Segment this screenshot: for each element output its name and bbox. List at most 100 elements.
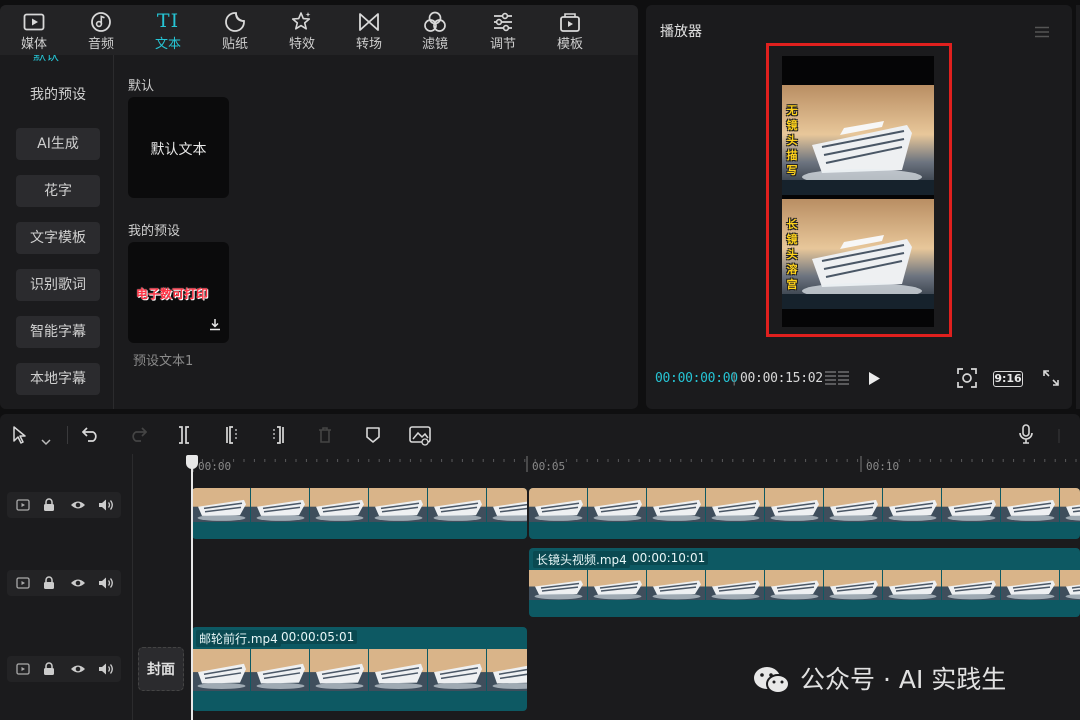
sidebar-item-recognize-lyrics[interactable]: 识别歌词 [16,269,100,301]
text-icon: TI [156,10,180,32]
trim-left-icon[interactable] [224,426,240,448]
speaker-icon[interactable] [98,497,114,516]
tab-effects[interactable]: 特效 [276,9,328,53]
wechat-icon [752,665,792,701]
player-panel: 播放器 无镜头描写 长 镜 头 溶 宫 00:00:00:00 | 00:00:… [646,5,1072,409]
tab-adjust[interactable]: 调节 [477,9,529,53]
delete-icon[interactable] [318,426,332,448]
clip-name: 长镜头视频.mp4 [533,551,630,568]
waveform-grid-icon[interactable] [824,369,850,391]
eye-icon[interactable] [70,575,86,594]
preset-text-art: 电子数可打印 [136,287,209,301]
right-panel-edge [1076,5,1080,409]
track-controls-3 [7,656,121,682]
speaker-icon[interactable] [98,661,114,680]
sidebar-item-fancy-text[interactable]: 花字 [16,175,100,207]
clip-thumbnails [192,488,527,522]
clip-duration: 00:00:05:01 [278,630,358,644]
ruler-ticks [192,456,1077,472]
marker-icon[interactable] [366,426,380,448]
watermark-text: 公众号 · AI 实践生 [800,665,1007,694]
ruler-label-5: 00:05 [532,460,566,473]
adjust-icon [477,9,529,33]
microphone-icon[interactable] [1018,424,1034,448]
preset-text-card[interactable]: 电子数可打印 [128,242,229,343]
clip-thumbnails [192,649,527,691]
current-time: 00:00:00:00 [655,371,738,386]
highlight-frame [766,43,952,337]
track-controls-2 [7,570,121,596]
clip-thumbnails [529,570,1080,600]
eye-icon[interactable] [70,661,86,680]
player-title: 播放器 [660,24,702,40]
split-icon[interactable] [176,426,192,448]
eye-icon[interactable] [70,497,86,516]
fullscreen-icon[interactable] [1043,370,1059,390]
lock-icon[interactable] [43,575,55,594]
tab-template[interactable]: 模板 [544,9,596,53]
default-text-card[interactable]: 默认文本 [128,97,229,198]
ruler-label-10: 00:10 [866,460,900,473]
timeline-clip-main-2[interactable] [529,488,1080,539]
track-video-icon[interactable] [16,497,30,516]
effects-icon [276,9,328,33]
play-icon[interactable] [868,371,881,390]
time-ruler[interactable]: 00:00 00:05 00:10 [192,454,1080,476]
total-time: 00:00:15:02 [740,371,823,386]
lock-icon[interactable] [43,661,55,680]
sidebar-item-smart-captions[interactable]: 智能字幕 [16,316,100,348]
sidebar-item-default[interactable]: 默认 [33,55,59,63]
tab-audio[interactable]: 音频 [75,9,127,53]
tab-sticker[interactable]: 贴纸 [209,9,261,53]
time-separator: | [732,371,737,386]
clip-duration: 00:00:10:01 [629,551,709,565]
speaker-icon[interactable] [98,575,114,594]
timeline-clip-long-shot[interactable]: 长镜头视频.mp4 00:00:10:01 [529,548,1080,617]
tab-text[interactable]: TI 文本 [142,9,194,53]
default-text-card-label: 默认文本 [150,142,207,158]
track-header-divider [132,454,133,720]
tab-media[interactable]: 媒体 [8,9,60,53]
media-icon [8,9,60,33]
timeline-clip-main-1[interactable] [192,488,527,539]
section-my-presets-title: 我的预设 [128,224,181,239]
text-category-sidebar: 默认 我的预设 AI生成 花字 文字模板 识别歌词 智能字幕 本地字幕 [0,55,114,409]
playhead[interactable] [191,456,193,720]
template-icon [544,9,596,33]
asset-panel: 媒体 音频 TI 文本 贴纸 特效 转场 滤镜 调节 模板 默认 我的预设 AI… [0,5,638,409]
tab-filter[interactable]: 滤镜 [409,9,461,53]
sticker-icon [209,9,261,33]
clip-name: 邮轮前行.mp4 [196,630,281,647]
sidebar-item-text-templates[interactable]: 文字模板 [16,222,100,254]
timeline-clip-cruise[interactable]: 邮轮前行.mp4 00:00:05:01 [192,627,527,711]
ruler-label-0: 00:00 [198,460,232,473]
download-icon[interactable] [209,316,221,335]
sidebar-item-my-presets[interactable]: 我的预设 [16,79,100,111]
track-controls-1 [7,492,121,518]
menu-icon[interactable] [1034,23,1050,42]
lock-icon[interactable] [43,497,55,516]
toolbar-divider [67,426,68,444]
sidebar-item-local-captions[interactable]: 本地字幕 [16,363,100,395]
toolbar-divider-right [1058,428,1060,447]
undo-icon[interactable] [81,426,100,446]
section-default-title: 默认 [128,79,155,94]
chevron-down-icon[interactable] [41,431,51,450]
track-video-icon[interactable] [16,661,30,680]
top-toolbar: 媒体 音频 TI 文本 贴纸 特效 转场 滤镜 调节 模板 [0,5,638,55]
audio-icon [75,9,127,33]
tab-transition[interactable]: 转场 [343,9,395,53]
timeline-toolbar [0,414,1080,454]
track-video-icon[interactable] [16,575,30,594]
redo-icon[interactable] [129,426,148,446]
screenshot-icon[interactable] [957,368,977,392]
aspect-ratio-button[interactable]: 9:16 [993,371,1023,387]
select-cursor-icon[interactable] [12,426,28,448]
clip-thumbnails [529,488,1080,522]
cover-button[interactable]: 封面 [138,647,184,691]
preset-text-caption: 预设文本1 [133,354,194,369]
image-edit-icon[interactable] [409,426,431,450]
trim-right-icon[interactable] [270,426,286,448]
sidebar-item-ai-generate[interactable]: AI生成 [16,128,100,160]
playhead-handle[interactable] [186,455,198,469]
